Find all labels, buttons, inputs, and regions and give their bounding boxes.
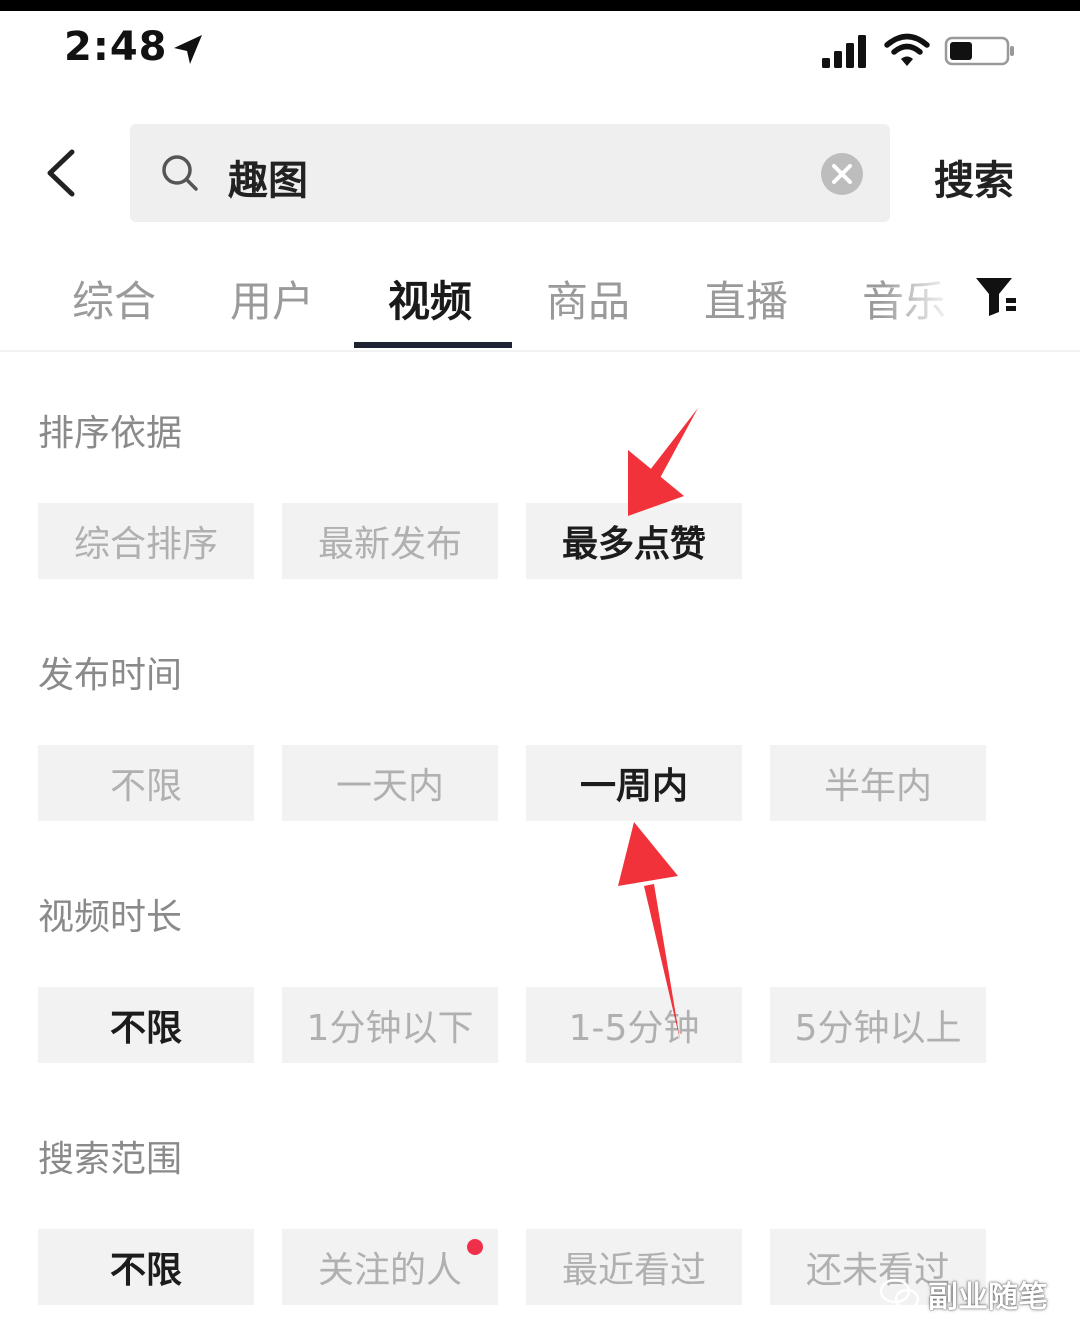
tabs-divider (0, 350, 1080, 352)
publish-time-option-any[interactable]: 不限 (38, 745, 254, 821)
duration-option-under-1min[interactable]: 1分钟以下 (282, 987, 498, 1063)
duration-section-title: 视频时长 (38, 897, 183, 938)
scope-section-title: 搜索范围 (38, 1139, 183, 1180)
tab-products[interactable]: 商品 (546, 268, 630, 329)
sort-option-most-liked[interactable]: 最多点赞 (526, 503, 742, 579)
tab-live[interactable]: 直播 (704, 268, 788, 329)
wechat-icon (879, 1278, 920, 1310)
search-icon (162, 155, 198, 191)
back-icon[interactable] (40, 148, 84, 198)
top-edge-bar (0, 0, 1080, 11)
signal-icon (822, 35, 866, 68)
duration-option-any[interactable]: 不限 (38, 987, 254, 1063)
duration-option-1-5min[interactable]: 1-5分钟 (526, 987, 742, 1063)
search-query-text: 趣图 (228, 158, 308, 204)
result-tabs: 综合 用户 视频 商品 直播 音乐 (0, 264, 1080, 354)
filter-icon[interactable] (974, 272, 1020, 320)
publish-time-option-one-day[interactable]: 一天内 (282, 745, 498, 821)
wifi-icon (884, 33, 930, 66)
battery-icon (944, 36, 1014, 66)
status-time: 2:48 (64, 24, 168, 70)
new-badge-dot (467, 1239, 483, 1255)
search-input[interactable]: 趣图 (130, 124, 890, 222)
tab-users[interactable]: 用户 (230, 268, 314, 329)
scope-option-following-label: 关注的人 (317, 1250, 462, 1291)
watermark-text: 副业随笔 (928, 1280, 1048, 1315)
tab-comprehensive[interactable]: 综合 (72, 268, 156, 329)
tab-videos[interactable]: 视频 (388, 268, 472, 329)
duration-option-over-5min[interactable]: 5分钟以上 (770, 987, 986, 1063)
annotation-arrow-most-liked (628, 408, 698, 516)
scope-option-recently-viewed[interactable]: 最近看过 (526, 1229, 742, 1305)
tab-fade-overlay (880, 264, 970, 334)
active-tab-indicator (354, 342, 512, 348)
scope-option-any[interactable]: 不限 (38, 1229, 254, 1305)
sort-option-latest[interactable]: 最新发布 (282, 503, 498, 579)
search-button[interactable]: 搜索 (934, 148, 1014, 206)
location-arrow-icon (174, 35, 202, 64)
scope-option-following[interactable]: 关注的人 (282, 1229, 498, 1305)
sort-section-title: 排序依据 (38, 413, 183, 454)
publish-time-option-one-week[interactable]: 一周内 (526, 745, 742, 821)
sort-option-comprehensive[interactable]: 综合排序 (38, 503, 254, 579)
publish-time-section-title: 发布时间 (38, 655, 183, 696)
clear-icon[interactable] (820, 152, 864, 196)
watermark: 副业随笔 (878, 1272, 1048, 1316)
publish-time-option-half-year[interactable]: 半年内 (770, 745, 986, 821)
